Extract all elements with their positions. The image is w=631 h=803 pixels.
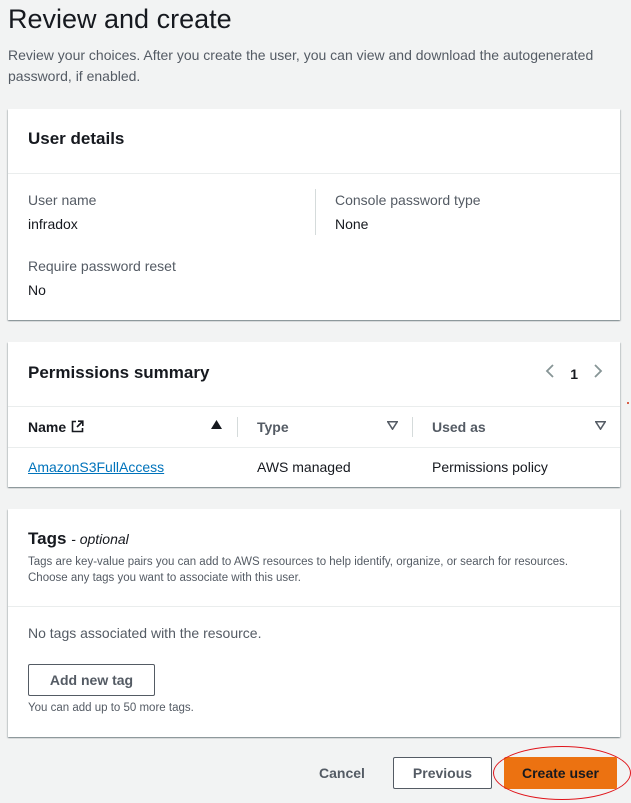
column-header-name-label: Name bbox=[28, 419, 67, 435]
policy-type: AWS managed bbox=[257, 459, 351, 475]
cancel-button[interactable]: Cancel bbox=[319, 765, 365, 781]
column-header-used-as[interactable]: Used as bbox=[432, 419, 486, 435]
user-name-value: infradox bbox=[28, 216, 78, 232]
page-title: Review and create bbox=[8, 4, 232, 34]
chevron-left-icon[interactable] bbox=[542, 364, 558, 383]
console-password-type-label: Console password type bbox=[335, 192, 481, 208]
tag-limit-hint: You can add up to 50 more tags. bbox=[28, 702, 194, 714]
permissions-summary-heading: Permissions summary bbox=[28, 363, 210, 382]
page-number[interactable]: 1 bbox=[570, 366, 578, 382]
page-description: Review your choices. After you create th… bbox=[8, 47, 594, 84]
tags-panel: Tags - optional Tags are key-value pairs… bbox=[8, 509, 620, 737]
sort-descending-icon[interactable] bbox=[386, 419, 399, 433]
require-password-reset-label: Require password reset bbox=[28, 258, 176, 274]
sort-ascending-icon[interactable] bbox=[211, 420, 222, 432]
column-header-name[interactable]: Name bbox=[28, 419, 84, 436]
column-separator bbox=[237, 417, 238, 437]
create-user-button[interactable]: Create user bbox=[504, 757, 617, 789]
chevron-right-icon[interactable] bbox=[590, 364, 606, 383]
require-password-reset-value: No bbox=[28, 282, 46, 298]
user-details-heading: User details bbox=[28, 129, 125, 148]
pagination: 1 bbox=[542, 364, 606, 383]
permissions-summary-panel: Permissions summary 1 Name Type Used as … bbox=[8, 342, 620, 487]
column-header-type[interactable]: Type bbox=[257, 419, 289, 435]
column-separator bbox=[412, 417, 413, 437]
user-details-panel: User details User name infradox Console … bbox=[8, 109, 620, 320]
previous-button[interactable]: Previous bbox=[393, 757, 492, 789]
policy-used-as: Permissions policy bbox=[432, 459, 548, 475]
sort-descending-icon[interactable] bbox=[594, 419, 607, 433]
add-new-tag-button[interactable]: Add new tag bbox=[28, 664, 155, 696]
external-link-icon bbox=[71, 420, 84, 436]
tags-body: No tags associated with the resource. Ad… bbox=[8, 606, 620, 737]
policy-name-link[interactable]: AmazonS3FullAccess bbox=[28, 459, 164, 475]
tags-heading: Tags - optional bbox=[28, 529, 129, 549]
panel-divider bbox=[8, 173, 620, 174]
user-name-label: User name bbox=[28, 192, 97, 208]
no-tags-message: No tags associated with the resource. bbox=[28, 625, 262, 641]
column-separator bbox=[315, 189, 316, 235]
panel-divider bbox=[8, 606, 620, 607]
tags-description: Tags are key-value pairs you can add to … bbox=[28, 556, 569, 584]
tags-title: Tags bbox=[28, 529, 67, 548]
optional-label: - optional bbox=[71, 531, 129, 547]
table-header: Name Type Used as bbox=[8, 406, 620, 448]
console-password-type-value: None bbox=[335, 216, 369, 232]
stray-mark bbox=[627, 402, 629, 404]
